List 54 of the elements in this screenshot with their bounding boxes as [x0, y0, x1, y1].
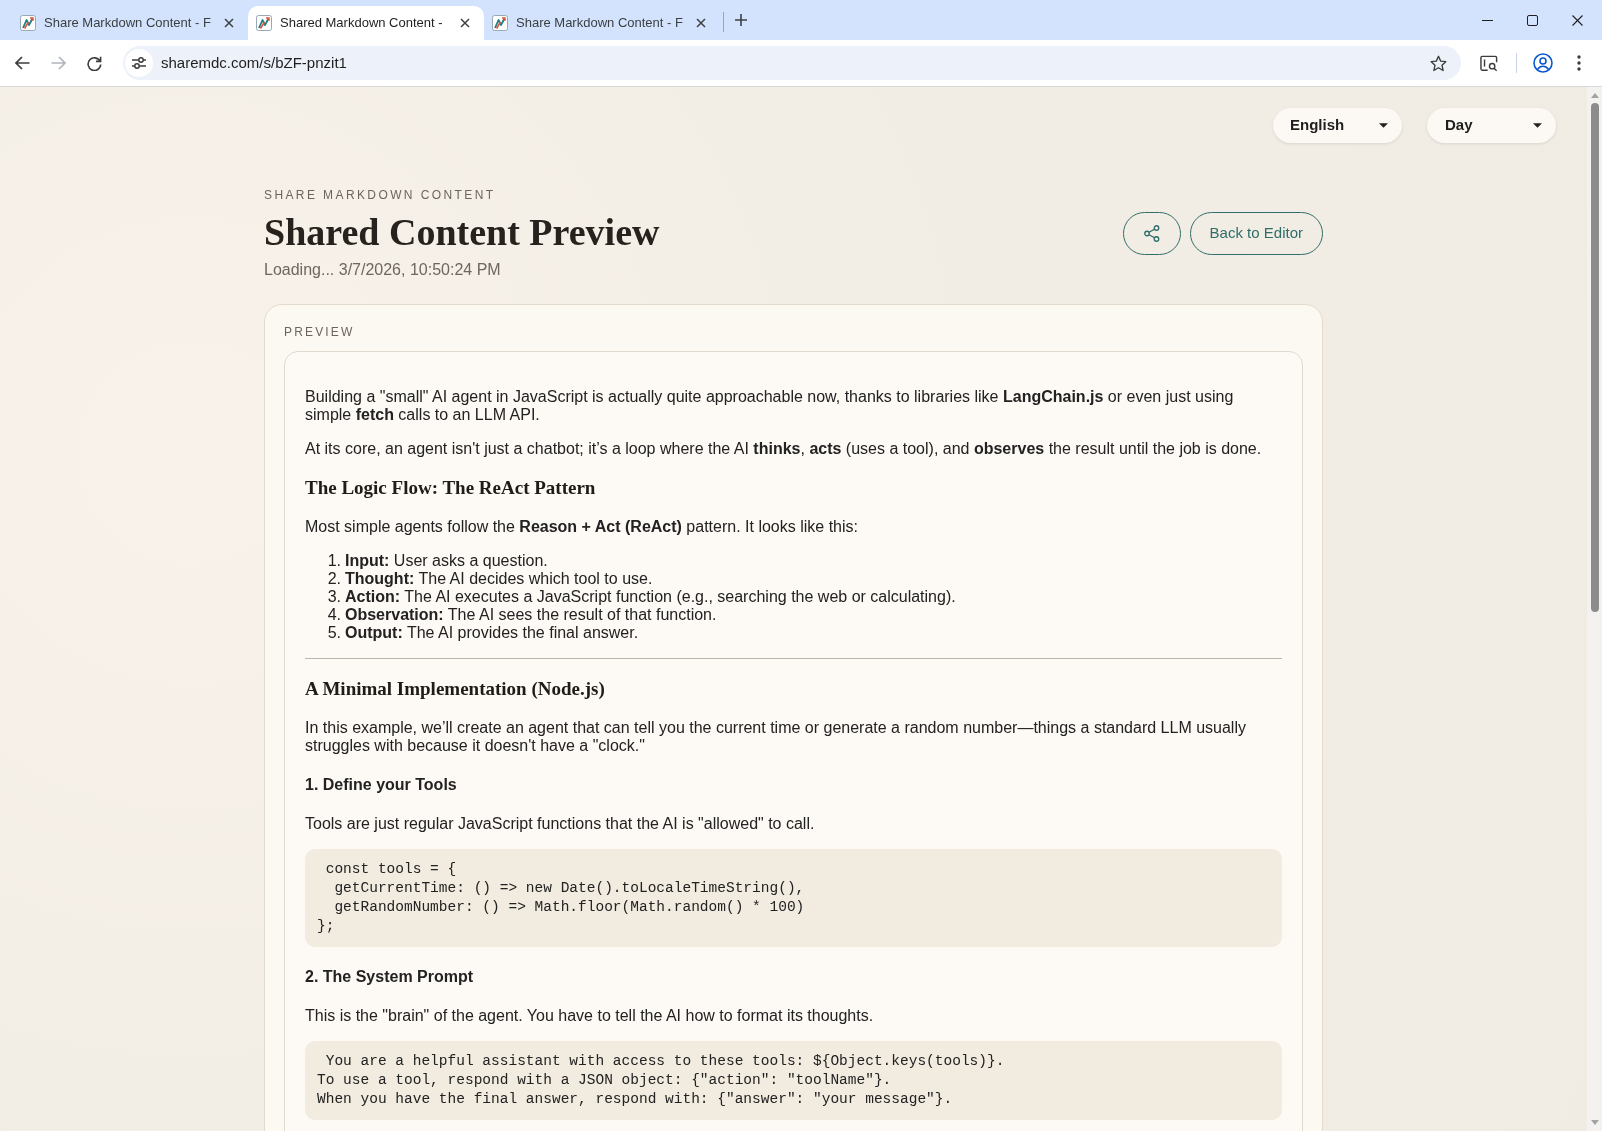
reload-icon[interactable] — [86, 55, 102, 71]
close-icon[interactable] — [1572, 14, 1583, 26]
browser-tab[interactable]: Share Markdown Content - F — [484, 6, 720, 40]
window-search-icon[interactable] — [1480, 54, 1498, 72]
list-number: 2. — [326, 570, 341, 588]
list-item-text: Thought: The AI decides which tool to use. — [345, 570, 653, 588]
theme-select[interactable]: Day — [1427, 108, 1556, 143]
subtitle: Loading... 3/7/2026, 10:50:24 PM — [264, 261, 502, 279]
maximize-icon[interactable] — [1527, 14, 1538, 26]
more-icon[interactable] — [1577, 55, 1581, 71]
paragraph: Tools are just regular JavaScript functions that the AI is "allowed" to call. — [305, 815, 816, 833]
paragraph: Building a "small" AI agent in JavaScript is actually quite approachable now, thanks to libraries like LangChain.js or even just using simple fetch calls to an LLM API. — [305, 388, 1235, 424]
subsection-heading: 2. The System Prompt — [305, 968, 475, 986]
browser-tab[interactable]: Shared Markdown Content - — [248, 6, 484, 40]
section-heading: A Minimal Implementation (Node.js) — [305, 678, 606, 700]
paragraph: In this example, we’ll create an agent that can tell you the current time or generate a random number—things a standard LLM usually struggles with because it doesn't have a "clock." — [305, 719, 1247, 755]
paragraph: At its core, an agent isn't just a chatbot; it’s a loop where the AI thinks, acts (uses a tool), and observes the result until the job is done. — [305, 440, 1263, 458]
caret-icon — [1379, 123, 1388, 128]
back-arrow-icon[interactable] — [14, 56, 30, 70]
list-item-text: Action: The AI executes a JavaScript function (e.g., searching the web or calculating). — [345, 588, 956, 606]
list-number: 5. — [326, 624, 341, 642]
list-number: 4. — [326, 606, 341, 624]
scrollbar-thumb[interactable] — [1590, 103, 1599, 612]
share-icon — [1143, 225, 1160, 242]
logo-icon — [20, 15, 36, 31]
language-select[interactable]: English — [1273, 108, 1402, 143]
star-icon[interactable] — [1430, 54, 1447, 72]
paragraph: Most simple agents follow the Reason + Act (ReAct) pattern. It looks like this: — [305, 518, 859, 536]
list-item-text: Output: The AI provides the final answer. — [345, 624, 639, 642]
section-heading: The Logic Flow: The ReAct Pattern — [305, 477, 597, 499]
list-number: 1. — [326, 552, 341, 570]
close-icon[interactable] — [224, 18, 234, 28]
eyebrow-label: SHARE MARKDOWN CONTENT — [264, 188, 497, 202]
preview-label: PREVIEW — [284, 325, 356, 339]
scrollbar[interactable] — [1587, 87, 1602, 1131]
code-block: const tools = { getCurrentTime: () => new Date().toLocaleTimeString(), getRandomNumber: () => Math.floor(Math.random() * 100) }; — [305, 849, 1282, 947]
address-bar[interactable]: sharemdc.com/s/bZF-pnzit1 — [123, 46, 1461, 80]
close-icon[interactable] — [460, 18, 470, 28]
browser-tab[interactable]: Share Markdown Content - F — [12, 6, 248, 40]
close-icon[interactable] — [696, 18, 706, 28]
profile-icon[interactable] — [1533, 53, 1553, 73]
page-title: Shared Content Preview — [264, 210, 660, 254]
code-block: You are a helpful assistant with access to these tools: ${Object.keys(tools)}. To use a tool, respond with a JSON object: {"action": "toolName"}. When you have the final answer, respond with: {"answer": "your message"}. — [305, 1041, 1282, 1120]
logo-icon — [492, 15, 508, 31]
logo-icon — [256, 15, 272, 31]
list-item-text: Input: User asks a question. — [345, 552, 548, 570]
list-item-text: Observation: The AI sees the result of that function. — [345, 606, 717, 624]
list-number: 3. — [326, 588, 341, 606]
plus-icon[interactable] — [735, 14, 747, 26]
subsection-heading: 1. Define your Tools — [305, 776, 458, 794]
sliders-icon[interactable] — [125, 49, 153, 77]
caret-icon — [1533, 123, 1542, 128]
paragraph: This is the "brain" of the agent. You have to tell the AI how to format its thoughts. — [305, 1007, 875, 1025]
minimize-icon[interactable] — [1482, 19, 1493, 21]
